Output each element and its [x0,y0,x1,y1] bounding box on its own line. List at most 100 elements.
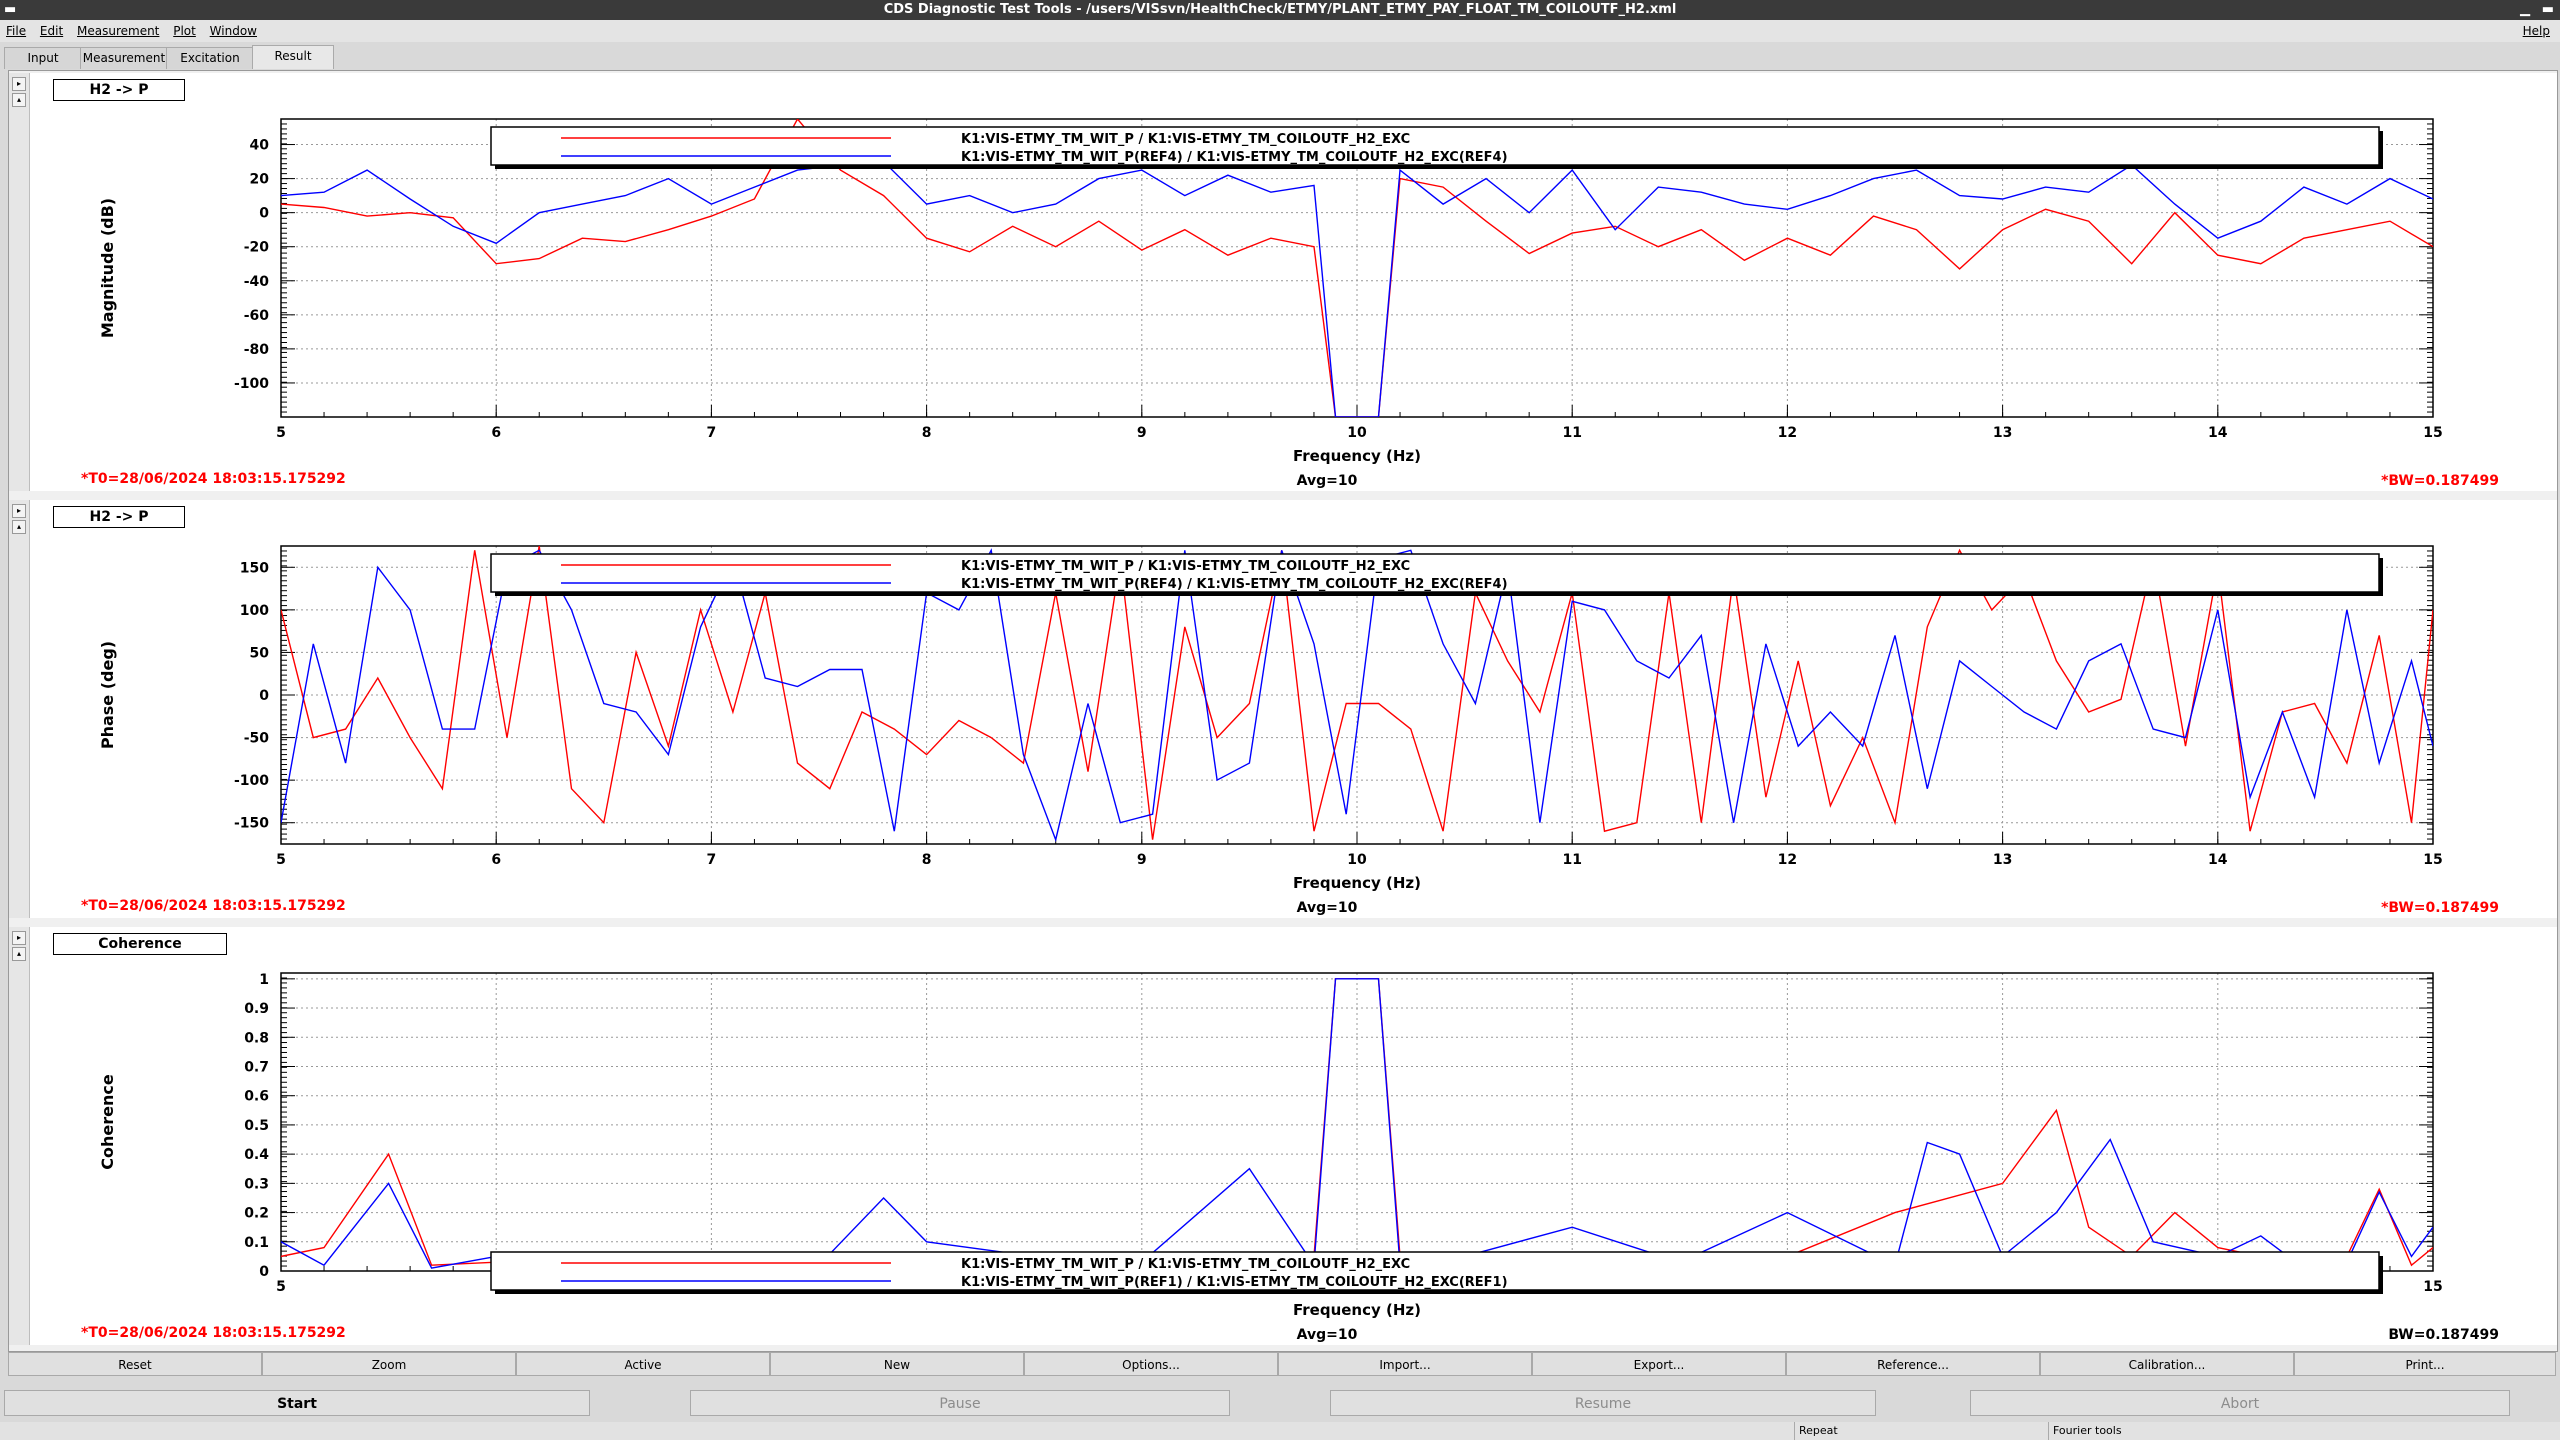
menu-edit[interactable]: Edit [40,24,63,38]
y-axis-label: Magnitude (dB) [98,198,117,338]
x-tick-label: 15 [2423,425,2442,441]
y-tick-label: 50 [250,645,270,661]
menu-window[interactable]: Window [210,24,257,38]
x-tick-label: 15 [2423,1279,2442,1295]
x-tick-label: 11 [1562,425,1581,441]
x-tick-label: 5 [276,1279,286,1295]
start-time-label: *T0=28/06/2024 18:03:15.175292 [81,1325,346,1341]
reference-button[interactable]: Reference... [1786,1352,2040,1376]
y-tick-label: 0.6 [244,1089,269,1105]
y-tick-label: 0 [259,206,269,222]
calibration-button[interactable]: Calibration... [2040,1352,2294,1376]
y-tick-label: -20 [244,240,270,256]
x-tick-label: 8 [922,852,932,868]
x-tick-label: 9 [1137,852,1147,868]
tab-result[interactable]: Result [252,45,334,69]
x-tick-label: 6 [491,852,501,868]
reset-button[interactable]: Reset [8,1352,262,1376]
menu-plot[interactable]: Plot [173,24,196,38]
y-tick-label: 0.1 [244,1235,269,1251]
options-button[interactable]: Options... [1024,1352,1278,1376]
y-tick-label: 20 [250,172,270,188]
action-row: Start Pause Resume Abort [0,1390,2560,1420]
x-axis-label: Frequency (Hz) [1293,1301,1421,1319]
tab-excitation[interactable]: Excitation [166,47,254,69]
legend-entry: K1:VIS-ETMY_TM_WIT_P / K1:VIS-ETMY_TM_CO… [961,1257,1410,1272]
bandwidth-label: *BW=0.187499 [2381,900,2499,916]
window-title: CDS Diagnostic Test Tools - /users/VISsv… [883,2,1677,17]
x-tick-label: 13 [1993,425,2012,441]
tab-measurement[interactable]: Measurement [80,47,168,69]
menu-bar: File Edit Measurement Plot Window Help [0,20,2560,42]
y-tick-label: 0.5 [244,1118,269,1134]
phase-plot[interactable]: 5 6 7 8 9 10 11 12 13 14 15 -150 -100 -50 0 50 100 150 K1:… [9,500,2557,918]
legend-entry: K1:VIS-ETMY_TM_WIT_P / K1:VIS-ETMY_TM_CO… [961,559,1410,574]
y-tick-label: 40 [250,138,270,154]
menu-measurement[interactable]: Measurement [77,24,159,38]
resume-button[interactable]: Resume [1330,1390,1876,1416]
y-tick-label: 0.9 [244,1001,269,1017]
print-button[interactable]: Print... [2294,1352,2556,1376]
legend-entry: K1:VIS-ETMY_TM_WIT_P / K1:VIS-ETMY_TM_CO… [961,132,1410,147]
magnitude-plot[interactable]: 5 6 7 8 9 10 11 12 13 14 15 -100 -80 -60 -40 -20 0 20 40 K1… [9,73,2557,491]
graph-panel-magnitude: ▸ ▴ H2 -> P 5 6 7 8 9 10 11 12 13 14 15 -100 -80 -60-… [9,73,2557,491]
x-axis-label: Frequency (Hz) [1293,874,1421,892]
y-axis-label: Phase (deg) [98,641,117,749]
abort-button[interactable]: Abort [1970,1390,2510,1416]
menu-file[interactable]: File [6,24,26,38]
x-tick-label: 14 [2208,852,2228,868]
y-tick-label: 0.7 [244,1059,269,1075]
average-label: Avg=10 [1297,473,1358,489]
start-button[interactable]: Start [4,1390,590,1416]
x-tick-label: 7 [707,852,717,868]
x-tick-label: 9 [1137,425,1147,441]
new-button[interactable]: New [770,1352,1024,1376]
window-title-bar: ▬ CDS Diagnostic Test Tools - /users/VIS… [0,0,2560,20]
x-tick-label: 7 [707,425,717,441]
coherence-plot[interactable]: 5678910111213141500.10.20.30.40.50.60.70… [9,927,2557,1345]
plot-frame [280,972,2434,1272]
start-time-label: *T0=28/06/2024 18:03:15.175292 [81,471,346,487]
y-tick-label: 0 [259,1264,269,1280]
import-button[interactable]: Import... [1278,1352,1532,1376]
x-tick-label: 5 [276,425,286,441]
graph-panel-phase: ▸ ▴ H2 -> P 5 6 7 8 9 10 11 12 13 14 15 -150 -100 -50… [9,500,2557,918]
status-repeat: Repeat [1794,1422,1838,1440]
x-tick-label: 6 [491,425,501,441]
legend-entry: K1:VIS-ETMY_TM_WIT_P(REF1) / K1:VIS-ETMY… [961,1275,1508,1290]
y-tick-label: 100 [240,603,269,619]
y-tick-label: 0 [259,688,269,704]
bandwidth-label: BW=0.187499 [2388,1327,2499,1343]
active-button[interactable]: Active [516,1352,770,1376]
y-tick-label: -80 [244,342,270,358]
y-tick-label: 0.3 [244,1176,269,1192]
status-bar: Repeat Fourier tools [0,1422,2560,1440]
y-tick-label: -40 [244,274,270,290]
minimize-icon[interactable]: ▁ [2520,0,2530,20]
y-axis-label: Coherence [98,1074,117,1170]
x-tick-label: 11 [1562,852,1581,868]
x-tick-label: 12 [1778,852,1797,868]
result-area: ▸ ▴ H2 -> P 5 6 7 8 9 10 11 12 13 14 15 -100 -80 -60-… [8,70,2558,1352]
x-axis-label: Frequency (Hz) [1293,447,1421,465]
x-tick-label: 8 [922,425,932,441]
pause-button[interactable]: Pause [690,1390,1230,1416]
x-tick-label: 13 [1993,852,2012,868]
window-menu-icon[interactable]: ▬ [4,0,16,20]
y-tick-label: 0.8 [244,1030,269,1046]
zoom-button[interactable]: Zoom [262,1352,516,1376]
x-tick-label: 12 [1778,425,1797,441]
legend-entry: K1:VIS-ETMY_TM_WIT_P(REF4) / K1:VIS-ETMY… [961,577,1508,592]
graph-panel-coherence: ▸ ▴ Coherence 5678910111213141500.10.20.… [9,927,2557,1345]
legend-entry: K1:VIS-ETMY_TM_WIT_P(REF4) / K1:VIS-ETMY… [961,150,1508,165]
tab-input[interactable]: Input [4,47,82,69]
x-tick-label: 14 [2208,425,2228,441]
y-tick-label: -60 [244,308,270,324]
export-button[interactable]: Export... [1532,1352,1786,1376]
close-icon[interactable]: ▬ [2542,0,2554,20]
y-tick-label: -100 [234,376,269,392]
status-fourier-tools: Fourier tools [2048,1422,2122,1440]
y-tick-label: 0.2 [244,1206,269,1222]
x-tick-label: 5 [276,852,286,868]
menu-help[interactable]: Help [2523,20,2550,42]
